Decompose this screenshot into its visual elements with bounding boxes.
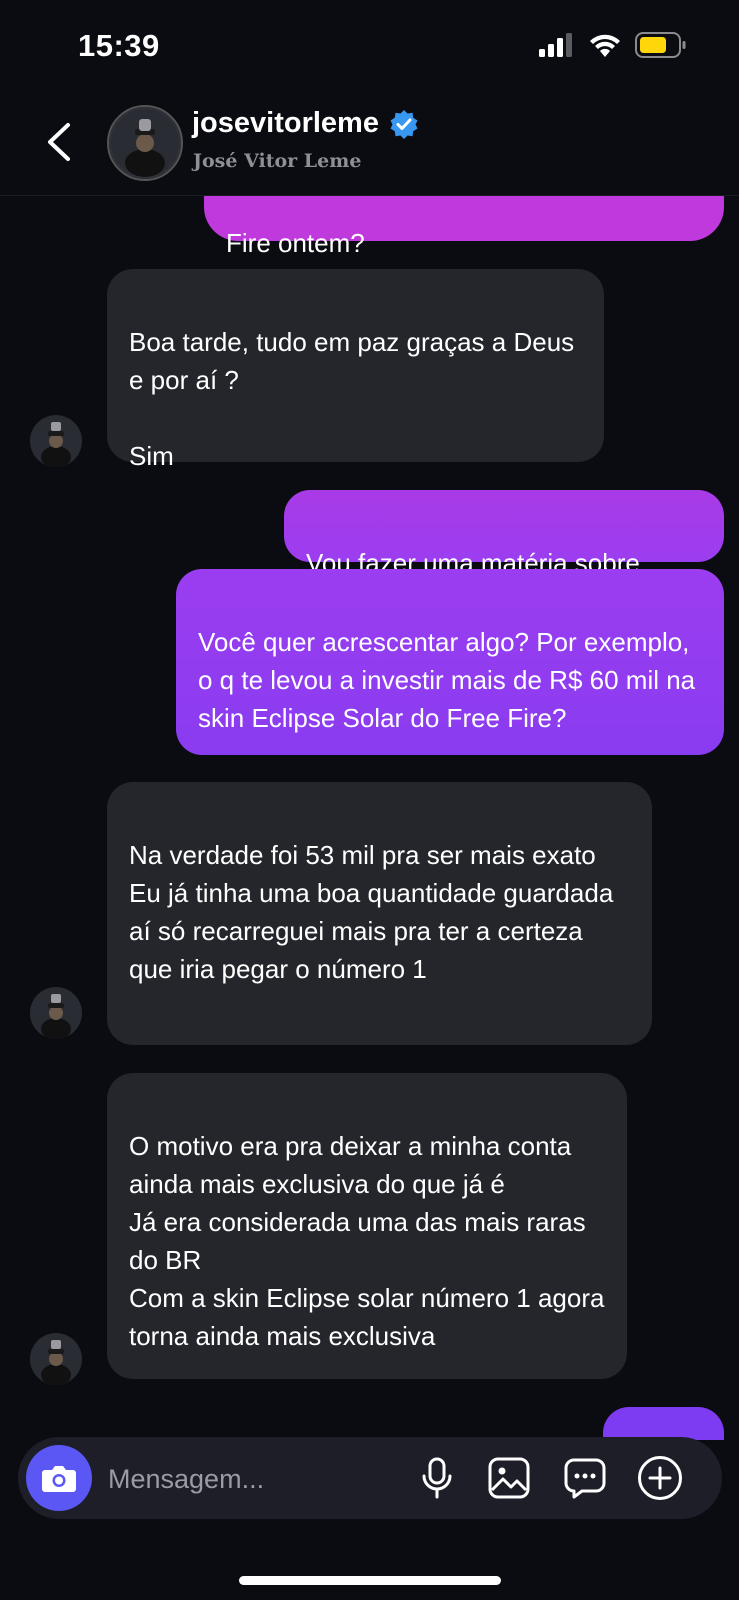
microphone-icon — [422, 1457, 452, 1499]
message-received[interactable]: O motivo era pra deixar a minha conta ai… — [107, 1073, 627, 1379]
gallery-button[interactable] — [485, 1454, 533, 1502]
message-text: Boa tarde, tudo em paz graças a Deus e p… — [129, 327, 575, 471]
add-button[interactable] — [636, 1454, 684, 1502]
message-received[interactable]: Boa tarde, tudo em paz graças a Deus e p… — [107, 269, 604, 471]
status-icons — [539, 32, 687, 58]
chat-header: josevitorleme José Vitor Leme — [0, 95, 739, 196]
sender-avatar[interactable] — [30, 415, 82, 467]
full-name: José Vitor Leme — [193, 150, 362, 172]
sender-avatar[interactable] — [30, 987, 82, 1039]
gallery-icon — [488, 1457, 530, 1499]
message-sent[interactable]: Fire ontem? — [204, 195, 724, 258]
home-indicator[interactable] — [239, 1576, 501, 1585]
microphone-button[interactable] — [413, 1454, 461, 1502]
message-sent[interactable]: Você quer acrescentar algo? Por exemplo,… — [176, 569, 724, 755]
message-text: O motivo era pra deixar a minha conta ai… — [129, 1131, 605, 1351]
signal-icon — [539, 33, 572, 57]
status-time: 15:39 — [78, 28, 160, 63]
status-bar: 15:39 — [0, 0, 739, 95]
wifi-icon — [590, 34, 620, 57]
battery-icon — [635, 32, 686, 58]
message-sent-partial[interactable] — [603, 1407, 724, 1440]
message-text: Você quer acrescentar algo? Por exemplo,… — [198, 627, 696, 733]
message-input[interactable] — [106, 1453, 400, 1505]
camera-button[interactable] — [26, 1445, 92, 1511]
profile-avatar[interactable] — [107, 105, 183, 181]
plus-icon — [638, 1456, 682, 1500]
message-text: Na verdade foi 53 mil pra ser mais exato… — [129, 840, 614, 984]
message-sent[interactable]: Vou fazer uma matéria sobre — [284, 490, 724, 578]
message-text: Fire ontem? — [226, 228, 365, 258]
message-composer — [18, 1437, 722, 1519]
message-received[interactable]: Na verdade foi 53 mil pra ser mais exato… — [107, 782, 652, 1045]
verified-icon — [390, 109, 418, 139]
sticker-button[interactable] — [561, 1454, 609, 1502]
username-row[interactable]: josevitorleme — [192, 107, 419, 140]
sticker-icon — [564, 1458, 606, 1499]
back-icon[interactable] — [40, 117, 80, 167]
camera-icon — [42, 1466, 76, 1492]
message-list[interactable]: Fire ontem? Boa tarde, tudo em paz graça… — [0, 195, 739, 1440]
sender-avatar[interactable] — [30, 1333, 82, 1385]
username[interactable]: josevitorleme — [192, 107, 379, 140]
